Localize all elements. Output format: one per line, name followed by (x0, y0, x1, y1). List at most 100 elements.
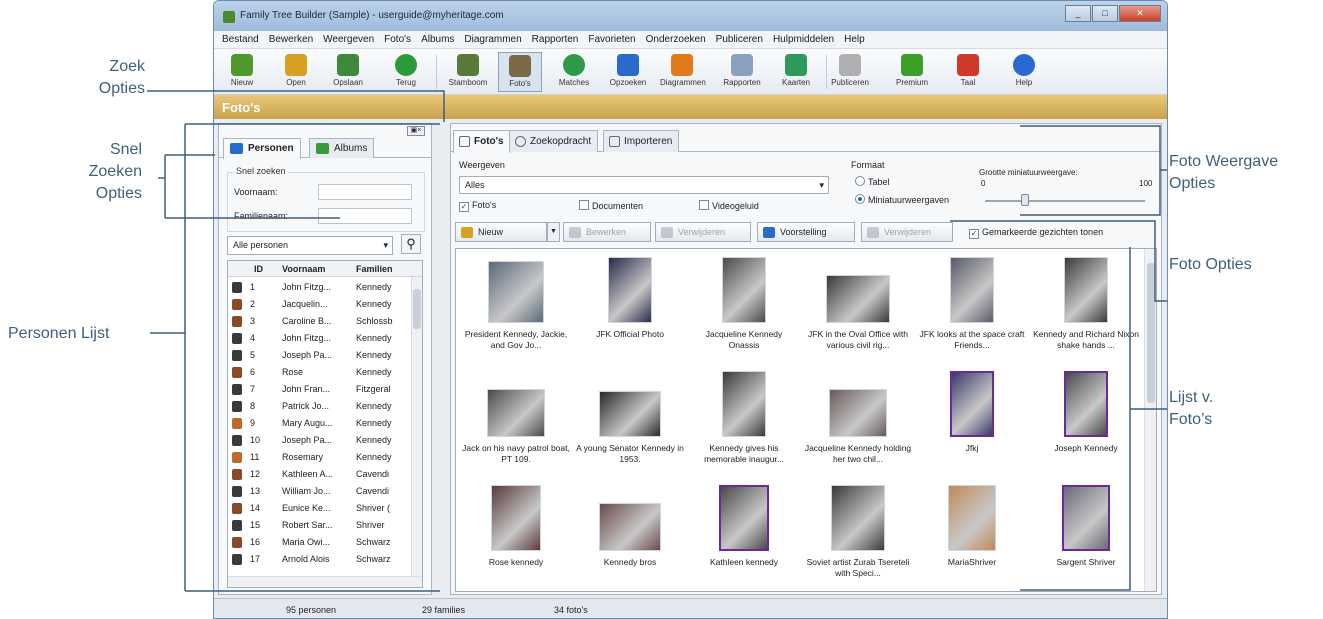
table-row[interactable]: 10 Joseph Pa... Kennedy (228, 432, 412, 449)
menu-item-publiceren[interactable]: Publiceren (716, 34, 763, 45)
toolbar-family-tree-button[interactable]: Stamboom (446, 52, 490, 92)
menu-item-onderzoeken[interactable]: Onderzoeken (646, 34, 706, 45)
photo-image[interactable] (950, 371, 994, 437)
checkbox-box[interactable] (579, 200, 589, 210)
remove-button[interactable]: Verwijderen (861, 222, 953, 242)
photo-image[interactable] (950, 257, 994, 323)
title-bar[interactable]: Family Tree Builder (Sample) - userguide… (214, 1, 1167, 31)
table-row[interactable]: 6 Rose Kennedy (228, 364, 412, 381)
menu-item-hulpmiddelen[interactable]: Hulpmiddelen (773, 34, 834, 45)
scrollbar-thumb[interactable] (413, 289, 421, 329)
column-header-first-name[interactable]: Voornaam (282, 264, 325, 274)
tab-fotos[interactable]: Foto's (453, 130, 511, 153)
photo-image[interactable] (488, 261, 544, 323)
tab-importeren[interactable]: Importeren (603, 130, 680, 152)
table-row[interactable]: 4 John Fitzg... Kennedy (228, 330, 412, 347)
photo-thumbnail[interactable]: Jfkj (918, 367, 1026, 477)
table-row[interactable]: 9 Mary Augu... Kennedy (228, 415, 412, 432)
toolbar-open-button[interactable]: Open (274, 52, 318, 92)
photo-thumbnail[interactable]: President Kennedy, Jackie, and Gov Jo... (462, 253, 570, 363)
table-row[interactable]: 15 Robert Sar... Shriver (228, 517, 412, 534)
photo-thumbnail[interactable]: Sargent Shriver (1032, 481, 1140, 591)
toolbar-language-button[interactable]: Taal (946, 52, 990, 92)
photo-thumbnail[interactable]: Kathleen kennedy (690, 481, 798, 591)
menu-item-diagrammen[interactable]: Diagrammen (464, 34, 521, 45)
radio-tabel[interactable]: Tabel (855, 176, 890, 187)
toolbar-reports-button[interactable]: Rapporten (720, 52, 764, 92)
checkbox-documenten[interactable]: Documenten (579, 200, 643, 211)
photo-thumbnail[interactable]: Kennedy and Richard Nixon shake hands ..… (1032, 253, 1140, 363)
photo-image[interactable] (831, 485, 885, 551)
photo-image[interactable] (1064, 257, 1108, 323)
edit-photo-button[interactable]: Bewerken (563, 222, 651, 242)
table-row[interactable]: 16 Maria Owi... Schwarz (228, 534, 412, 551)
photo-thumbnail[interactable]: Jacqueline Kennedy Onassis (690, 253, 798, 363)
column-header-id[interactable]: ID (254, 264, 263, 274)
photo-image[interactable] (722, 371, 766, 437)
last-name-field[interactable] (318, 208, 412, 224)
photo-thumbnail[interactable]: Joseph Kennedy (1032, 367, 1140, 477)
photo-image[interactable] (719, 485, 769, 551)
persons-filter-select[interactable]: Alle personen ▾ (227, 236, 393, 255)
table-row[interactable]: 13 William Jo... Cavendi (228, 483, 412, 500)
checkbox-videogeluid[interactable]: Videogeluid (699, 200, 759, 211)
toolbar-charts-button[interactable]: Diagrammen (660, 52, 706, 92)
radio-miniatuurweergaven[interactable]: Miniatuurweergaven (855, 194, 949, 205)
radio-dot[interactable] (855, 176, 865, 186)
toolbar-matches-button[interactable]: Matches (552, 52, 596, 92)
photo-thumbnail[interactable]: Jacqueline Kennedy holding her two chil.… (804, 367, 912, 477)
photo-image[interactable] (491, 485, 541, 551)
checkbox-fotos[interactable]: ✓ Foto's (459, 200, 496, 212)
thumbnail-size-slider[interactable] (985, 200, 1145, 202)
table-row[interactable]: 2 Jacquelin... Kennedy (228, 296, 412, 313)
slider-handle[interactable] (1021, 194, 1029, 206)
menu-item-bestand[interactable]: Bestand (222, 34, 259, 45)
menu-item-fotos[interactable]: Foto's (384, 34, 411, 45)
photo-image[interactable] (1064, 371, 1108, 437)
table-row[interactable]: 17 Arnold Alois Schwarz (228, 551, 412, 568)
photo-thumbnail[interactable]: Kennedy gives his memorable inaugur... (690, 367, 798, 477)
column-header-last-name[interactable]: Familien (356, 264, 393, 274)
persons-list-scrollbar[interactable] (411, 277, 422, 577)
chevron-down-icon[interactable]: ▼ (547, 222, 560, 242)
photo-thumbnail[interactable]: Rose kennedy (462, 481, 570, 591)
radio-dot[interactable] (855, 194, 865, 204)
menu-item-albums[interactable]: Albums (421, 34, 454, 45)
menu-item-rapporten[interactable]: Rapporten (532, 34, 579, 45)
scrollbar-thumb[interactable] (1147, 263, 1155, 403)
toolbar-maps-button[interactable]: Kaarten (774, 52, 818, 92)
show-marked-faces-checkbox[interactable]: ✓ Gemarkeerde gezichten tonen (969, 227, 1103, 239)
table-row[interactable]: 3 Caroline B... Schlossb (228, 313, 412, 330)
tab-zoekopdracht[interactable]: Zoekopdracht (509, 130, 599, 152)
photo-thumbnail[interactable]: Soviet artist Zurab Tsereteli with Speci… (804, 481, 912, 591)
photo-grid-scrollbar[interactable] (1144, 249, 1156, 591)
first-name-field[interactable] (318, 184, 412, 200)
menu-item-favorieten[interactable]: Favorieten (588, 34, 635, 45)
toolbar-lookup-button[interactable]: Opzoeken (606, 52, 650, 92)
menu-item-weergeven[interactable]: Weergeven (323, 34, 374, 45)
table-row[interactable]: 11 Rosemary Kennedy (228, 449, 412, 466)
table-row[interactable]: 8 Patrick Jo... Kennedy (228, 398, 412, 415)
tab-albums[interactable]: Albums (309, 138, 375, 158)
table-row[interactable]: 1 John Fitzg... Kennedy (228, 279, 412, 296)
minimize-button[interactable]: _ (1065, 5, 1091, 22)
checkbox-box[interactable]: ✓ (969, 229, 979, 239)
toolbar-premium-button[interactable]: Premium (890, 52, 934, 92)
photo-image[interactable] (826, 275, 890, 323)
close-button[interactable]: ✕ (1119, 5, 1161, 22)
new-photo-button[interactable]: Nieuw ▼ (455, 222, 560, 242)
photo-thumbnail[interactable]: Jack on his navy patrol boat, PT 109. (462, 367, 570, 477)
checkbox-box[interactable] (699, 200, 709, 210)
table-row[interactable]: 12 Kathleen A... Cavendi (228, 466, 412, 483)
photo-thumbnail[interactable]: MariaShriver (918, 481, 1026, 591)
toolbar-publish-button[interactable]: Publiceren (828, 52, 872, 92)
tab-personen[interactable]: Personen (223, 138, 301, 159)
toolbar-new-button[interactable]: Nieuw (220, 52, 264, 92)
photo-image[interactable] (599, 391, 661, 437)
photo-image[interactable] (608, 257, 652, 323)
checkbox-box[interactable]: ✓ (459, 202, 469, 212)
table-row[interactable]: 14 Eunice Ke... Shriver ( (228, 500, 412, 517)
toolbar-photos-button[interactable]: Foto's (498, 52, 542, 92)
photo-image[interactable] (722, 257, 766, 323)
photo-thumbnail[interactable]: JFK in the Oval Office with various civi… (804, 253, 912, 363)
